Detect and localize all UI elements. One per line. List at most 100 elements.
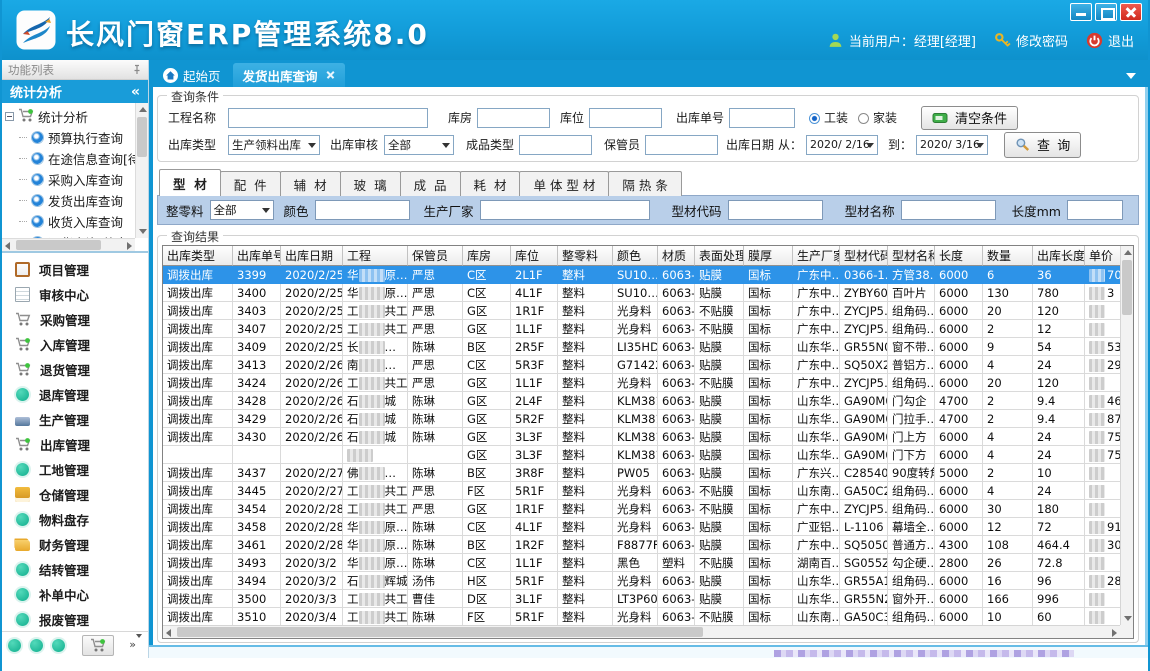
table-row[interactable]: 调拨出库34292020/2/26石城陈琳G区5R2F整料KLM38176063… (163, 410, 1134, 428)
sidebar-item-dot[interactable]: 工地管理 (2, 457, 148, 482)
column-header-date[interactable]: 出库日期 (281, 246, 343, 266)
table-row[interactable]: 调拨出库34032020/2/25工共工程严思G区1R1F整料光身料6063-T… (163, 302, 1134, 320)
tree-item[interactable]: 在途信息查询[待 (5, 148, 134, 169)
manufacturer-input[interactable] (480, 200, 650, 220)
table-row[interactable]: 调拨出库33992020/2/25华原…严思C区2L1F整料SU10…6063-… (163, 266, 1134, 284)
change-password-button[interactable]: 修改密码 (994, 31, 1068, 50)
profile-name-input[interactable] (901, 200, 996, 220)
tab-list-caret-icon[interactable] (1126, 73, 1136, 79)
column-header-type[interactable]: 出库类型 (163, 246, 233, 266)
material-tab[interactable]: 型 材 (159, 169, 221, 196)
table-row[interactable]: 调拨出库34582020/2/28华原…陈琳C区4L1F整料光身料6063-T5… (163, 518, 1134, 536)
column-header-mat[interactable]: 材质 (658, 246, 695, 266)
grid-vertical-scrollbar[interactable] (1120, 246, 1133, 625)
sidebar-item-note[interactable]: 审核中心 (2, 282, 148, 307)
column-header-wp[interactable]: 整零料 (558, 246, 613, 266)
sidebar-item-cart-green[interactable]: 入库管理 (2, 332, 148, 357)
sidebar-item-folder[interactable]: 财务管理 (2, 532, 148, 557)
column-header-code[interactable]: 型材代码 (840, 246, 888, 266)
material-tab[interactable]: 成 品 (400, 171, 461, 196)
column-header-color[interactable]: 颜色 (613, 246, 658, 266)
whole-part-select[interactable]: 全部 (210, 200, 274, 220)
table-row[interactable]: 调拨出库34942020/3/2石辉城汤伟H区5R1F整料光身料6063-T5贴… (163, 572, 1134, 590)
tab-home[interactable]: 起始页 (153, 63, 231, 87)
tree-expander-icon[interactable] (5, 112, 14, 121)
sidebar-item-cart[interactable]: 采购管理 (2, 307, 148, 332)
location-input[interactable] (589, 108, 662, 128)
minimize-icon[interactable] (1070, 3, 1092, 21)
column-header-loc[interactable]: 库位 (511, 246, 558, 266)
maximize-icon[interactable] (1095, 3, 1117, 21)
sidebar-item-machine[interactable]: 生产管理 (2, 407, 148, 432)
column-header-outlen[interactable]: 出库长度 (1033, 246, 1085, 266)
sidebar-item-cart-green[interactable]: 出库管理 (2, 432, 148, 457)
keeper-input[interactable] (645, 135, 718, 155)
table-row[interactable]: 调拨出库34132020/2/26南…严思C区5R3F整料G714226063-… (163, 356, 1134, 374)
material-tab[interactable]: 玻 璃 (340, 171, 401, 196)
tree-item[interactable]: 发货出库查询 (5, 190, 134, 211)
footer-more-button[interactable]: » (129, 641, 142, 649)
table-row[interactable]: 调拨出库35102020/3/4工共工程陈琳F区5R1F整料光身料6063-T5… (163, 608, 1134, 626)
footer-dot-icon[interactable] (52, 639, 65, 652)
material-tab[interactable]: 配 件 (220, 171, 281, 196)
table-row[interactable]: 调拨出库34932020/3/2华原…陈琳C区1L1F整料黑色塑料不贴膜国标湖南… (163, 554, 1134, 572)
tree-item[interactable]: 收货入库查询 (5, 211, 134, 232)
sidebar-item-dot[interactable]: 结转管理 (2, 557, 148, 582)
column-header-wh[interactable]: 库房 (463, 246, 511, 266)
column-header-price[interactable]: 单价 (1085, 246, 1125, 266)
column-header-no[interactable]: 出库单号 (233, 246, 281, 266)
column-header-mfr[interactable]: 生产厂家 (793, 246, 840, 266)
table-row[interactable]: G区3L3F整料KLM38176063-T5贴膜国标山东华…GA90M09.门下… (163, 446, 1134, 464)
pin-icon[interactable] (132, 64, 142, 75)
clear-conditions-button[interactable]: 清空条件 (921, 106, 1018, 130)
profile-code-input[interactable] (728, 200, 823, 220)
audit-select[interactable]: 全部 (384, 135, 454, 155)
material-tab[interactable]: 辅 材 (280, 171, 341, 196)
tab-close-icon[interactable] (326, 71, 335, 80)
order-no-input[interactable] (729, 108, 795, 128)
table-row[interactable]: 调拨出库34302020/2/26石城陈琳G区3L3F整料KLM38176063… (163, 428, 1134, 446)
table-row[interactable]: 调拨出库34372020/2/27佛…陈琳B区3R8F整料PW056063-T5… (163, 464, 1134, 482)
grid-horizontal-scrollbar[interactable] (163, 625, 1120, 638)
sidebar-section-statistics[interactable]: 统计分析 « (2, 80, 148, 103)
tree-root[interactable]: 统计分析 (5, 106, 134, 127)
column-header-surf[interactable]: 表面处理 (695, 246, 744, 266)
sidebar-item-dot[interactable]: 报废管理 (2, 607, 148, 631)
material-tab[interactable]: 耗 材 (460, 171, 521, 196)
table-row[interactable]: 调拨出库34242020/2/26工共工程严思G区1L1F整料光身料6063-T… (163, 374, 1134, 392)
date-to-picker[interactable]: 2020/ 3/16 (916, 135, 988, 155)
length-input[interactable] (1067, 200, 1123, 220)
column-header-name[interactable]: 型材名称 (888, 246, 935, 266)
radio-jiazhuang[interactable]: 家装 (858, 109, 907, 126)
footer-cart-button[interactable] (82, 635, 114, 656)
column-header-keeper[interactable]: 保管员 (408, 246, 463, 266)
sidebar-item-dot[interactable]: 补单中心 (2, 582, 148, 607)
table-row[interactable]: 调拨出库34092020/2/25长…陈琳B区2R5F整料LI35HD6063-… (163, 338, 1134, 356)
tab-shipment-outbound-query[interactable]: 发货出库查询 (233, 63, 345, 87)
sidebar-item-dot[interactable]: 退库管理 (2, 382, 148, 407)
table-row[interactable]: 调拨出库34542020/2/28工共工程严思G区1R1F整料光身料6063-T… (163, 500, 1134, 518)
footer-dot-icon[interactable] (30, 639, 43, 652)
column-header-proj[interactable]: 工程 (343, 246, 408, 266)
radio-gongzhuang[interactable]: 工装 (809, 109, 858, 126)
column-header-film[interactable]: 膜厚 (744, 246, 793, 266)
color-input[interactable] (315, 200, 410, 220)
tree-horizontal-scrollbar[interactable] (2, 238, 135, 251)
collapse-icon[interactable]: « (131, 84, 140, 100)
close-icon[interactable] (1120, 3, 1142, 21)
column-header-qty[interactable]: 数量 (983, 246, 1033, 266)
table-row[interactable]: 调拨出库34282020/2/26石城陈琳G区2L4F整料KLM38176063… (163, 392, 1134, 410)
product-type-input[interactable] (519, 135, 592, 155)
material-tab[interactable]: 隔 热 条 (608, 171, 681, 196)
tree-vertical-scrollbar[interactable] (135, 103, 148, 238)
table-row[interactable]: 调拨出库34452020/2/27工共工程严思F区5R1F整料光身料6063-T… (163, 482, 1134, 500)
out-type-select[interactable]: 生产领料出库 (228, 135, 320, 155)
column-header-len[interactable]: 长度 (935, 246, 983, 266)
sidebar-item-dot[interactable]: 物料盘存 (2, 507, 148, 532)
material-tab[interactable]: 单 体 型 材 (519, 171, 609, 196)
search-button[interactable]: 查 询 (1004, 132, 1081, 158)
warehouse-input[interactable] (477, 108, 550, 128)
tree-item[interactable]: 采购入库查询 (5, 169, 134, 190)
footer-dot-icon[interactable] (8, 639, 21, 652)
logout-button[interactable]: 退出 (1086, 31, 1134, 50)
